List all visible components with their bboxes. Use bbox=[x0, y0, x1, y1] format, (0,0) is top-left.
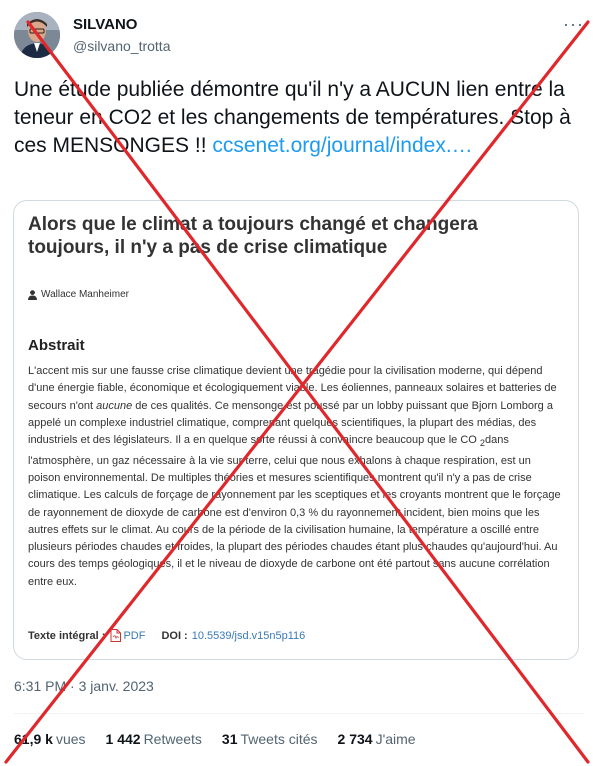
views-label: vues bbox=[55, 731, 86, 747]
article-footer: Texte intégral : PDF DOI : 10.5539/jsd.v… bbox=[28, 629, 305, 642]
retweets-count: 1 442 bbox=[105, 731, 141, 747]
divider bbox=[14, 713, 584, 714]
tweet-text: Une étude publiée démontre qu'il n'y a A… bbox=[14, 76, 574, 160]
likes-stat[interactable]: 2 734 J'aime bbox=[338, 731, 416, 747]
retweets-stat[interactable]: 1 442 Retweets bbox=[106, 731, 202, 747]
link-card[interactable]: Alors que le climat a toujours changé et… bbox=[13, 200, 579, 660]
likes-count: 2 734 bbox=[337, 731, 373, 747]
quotes-count: 31 bbox=[221, 731, 238, 747]
tweet-timestamp[interactable]: 6:31 PM · 3 janv. 2023 bbox=[14, 678, 154, 694]
quotes-label: Tweets cités bbox=[240, 731, 318, 747]
tweet-link[interactable]: ccsenet.org/journal/index.… bbox=[212, 134, 472, 157]
article-title: Alors que le climat a toujours changé et… bbox=[28, 214, 478, 258]
quotes-stat[interactable]: 31 Tweets cités bbox=[222, 731, 318, 747]
views-count: 61,9 k bbox=[14, 731, 53, 747]
pdf-icon[interactable] bbox=[110, 629, 122, 642]
abstract-part3: dans l'atmosphère, un gaz nécessaire à l… bbox=[28, 434, 561, 588]
article-author: Wallace Manheimer bbox=[28, 289, 129, 300]
fulltext-label: Texte intégral : bbox=[28, 629, 106, 642]
avatar-image bbox=[14, 12, 60, 58]
tweet-header: SILVANO @silvano_trotta ··· bbox=[14, 12, 584, 62]
abstract-heading: Abstrait bbox=[28, 337, 85, 354]
avatar[interactable] bbox=[14, 12, 60, 58]
abstract-text: L'accent mis sur une fausse crise climat… bbox=[28, 363, 563, 591]
retweets-label: Retweets bbox=[143, 731, 202, 747]
doi-label: DOI : bbox=[161, 629, 188, 642]
pdf-link[interactable]: PDF bbox=[123, 630, 145, 642]
user-handle[interactable]: @silvano_trotta bbox=[73, 38, 170, 54]
abstract-italic: aucune bbox=[96, 399, 133, 412]
likes-label: J'aime bbox=[375, 731, 416, 747]
doi-link[interactable]: 10.5539/jsd.v15n5p116 bbox=[192, 630, 306, 642]
user-icon bbox=[28, 289, 37, 300]
author-name: Wallace Manheimer bbox=[41, 289, 129, 300]
views-stat[interactable]: 61,9 k vues bbox=[14, 731, 86, 747]
more-icon[interactable]: ··· bbox=[563, 14, 584, 35]
tweet-stats: 61,9 k vues 1 442 Retweets 31 Tweets cités … bbox=[14, 731, 416, 747]
user-name[interactable]: SILVANO bbox=[73, 16, 137, 33]
